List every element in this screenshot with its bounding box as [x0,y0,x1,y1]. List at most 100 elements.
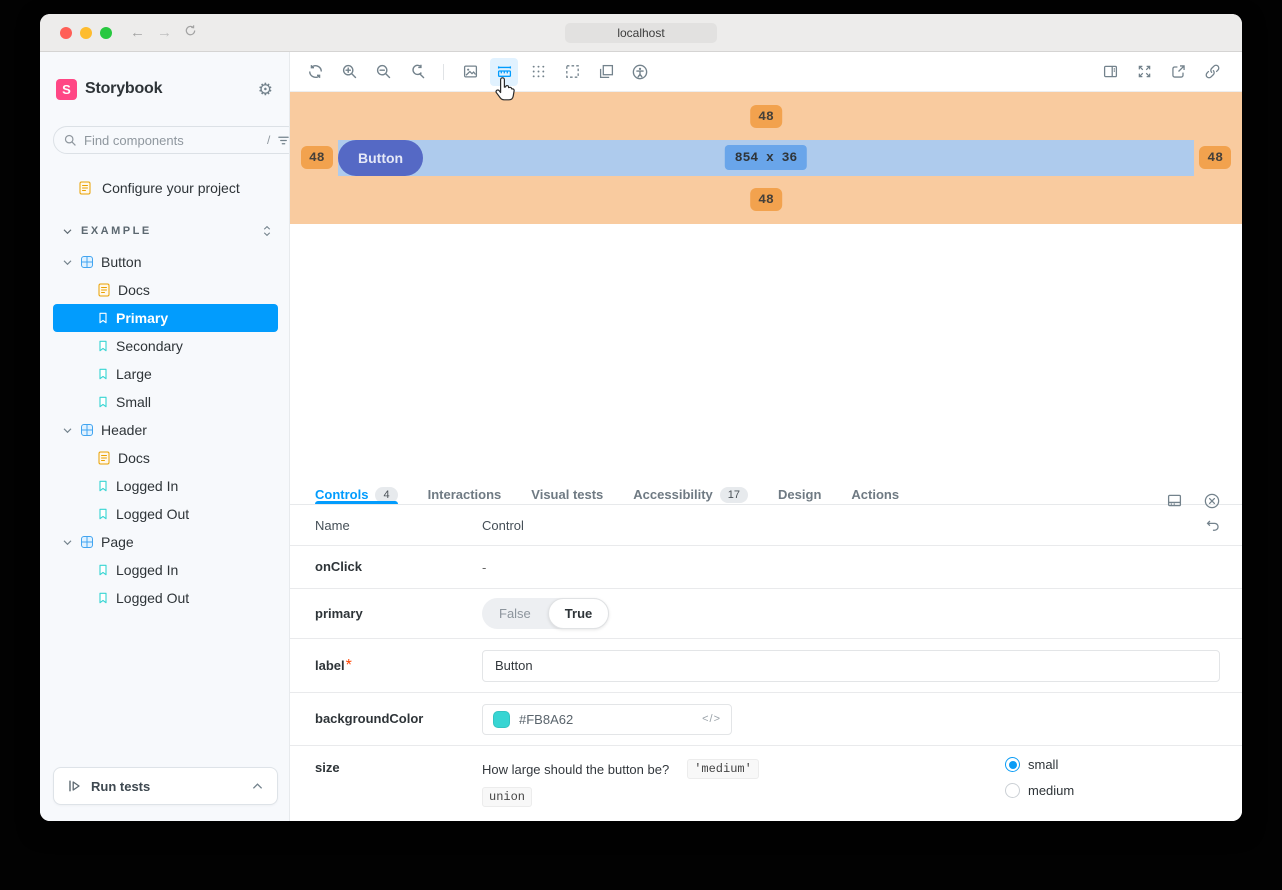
tab-actions[interactable]: Actions [851,485,899,504]
sidebar-item-button-secondary[interactable]: Secondary [40,332,289,360]
raw-value-toggle-icon[interactable]: </> [702,713,721,725]
outline-icon[interactable] [558,58,586,86]
control-row-background-color: backgroundColor #FB8A62 </> [290,693,1242,746]
filter-icon[interactable] [277,134,290,147]
remount-icon[interactable] [301,58,329,86]
sidebar-item-button-primary[interactable]: Primary [53,304,278,332]
story-button[interactable]: Button [338,140,423,176]
close-panel-icon[interactable] [1204,493,1220,509]
measure-icon[interactable] [490,58,518,86]
bookmark-icon [97,367,109,381]
zoom-out-icon[interactable] [369,58,397,86]
sidebar-item-header-logged-in[interactable]: Logged In [40,472,289,500]
size-option-medium[interactable]: medium [1005,783,1074,798]
viewport-icon[interactable] [592,58,620,86]
run-tests-button[interactable]: Run tests [53,767,278,805]
sidebar-item-header-docs[interactable]: Docs [40,444,289,472]
play-icon [68,779,82,793]
chevron-down-icon [63,539,73,546]
bookmark-icon [97,507,109,521]
sidebar-item-button[interactable]: Button [40,248,289,276]
sidebar-item-page-logged-in[interactable]: Logged In [40,556,289,584]
back-icon[interactable]: ← [130,24,145,41]
measure-margin-right-badge: 48 [1199,146,1231,169]
radio-label: medium [1028,783,1074,798]
chevron-up-icon[interactable] [252,782,263,790]
reload-icon[interactable] [184,24,197,41]
tab-badge: 17 [720,487,748,503]
color-swatch[interactable] [493,711,510,728]
desktop-background: ← → localhost S Storybook ⚙ / [0,0,1282,890]
sidebar-item-page[interactable]: Page [40,528,289,556]
control-row-onclick: onClick - [290,546,1242,589]
chevron-down-icon [63,427,73,434]
tab-label: Accessibility [633,487,713,502]
gear-icon[interactable]: ⚙ [258,81,273,98]
open-in-new-tab-icon[interactable] [1164,58,1192,86]
sidebar-item-label: Primary [116,310,168,326]
bookmark-icon [97,339,109,353]
browser-titlebar: ← → localhost [40,14,1242,52]
background-color-input[interactable]: #FB8A62 </> [482,704,732,735]
primary-toggle[interactable]: False True [482,598,609,629]
grid-icon[interactable] [524,58,552,86]
tab-controls[interactable]: Controls 4 [315,485,398,504]
sidebar-item-page-logged-out[interactable]: Logged Out [40,584,289,612]
bookmark-icon [97,591,109,605]
tab-accessibility[interactable]: Accessibility 17 [633,485,748,504]
forward-icon[interactable]: → [157,24,172,41]
fullscreen-icon[interactable] [1130,58,1158,86]
toggle-false-option[interactable]: False [482,606,548,621]
zoom-window-button[interactable] [100,27,112,39]
copy-link-icon[interactable] [1198,58,1226,86]
size-option-small[interactable]: small [1005,757,1074,772]
sidebar-item-header[interactable]: Header [40,416,289,444]
control-row-size: size How large should the button be? 'me… [290,746,1242,821]
sidebar-item-label: Logged Out [116,506,189,522]
reset-controls-icon[interactable] [1205,518,1220,533]
backgrounds-icon[interactable] [456,58,484,86]
control-row-primary: primary False True [290,589,1242,639]
measure-margin-bottom-badge: 48 [750,188,782,211]
zoom-reset-icon[interactable] [403,58,431,86]
radio-selected-icon[interactable] [1005,757,1020,772]
document-icon [78,181,92,195]
size-radio-group: small medium [1005,757,1074,798]
url-bar[interactable]: localhost [565,23,717,43]
section-label: EXAMPLE [81,225,253,237]
close-window-button[interactable] [60,27,72,39]
control-row-label: label* [290,639,1242,693]
radio-unselected-icon[interactable] [1005,783,1020,798]
sidebar-item-button-docs[interactable]: Docs [40,276,289,304]
minimize-window-button[interactable] [80,27,92,39]
sidebar-item-configure[interactable]: Configure your project [40,174,289,202]
search-input-box[interactable]: / [53,126,290,154]
panel-tabbar: Controls 4 Interactions Visual tests Acc… [290,485,1242,505]
sidebar-item-button-small[interactable]: Small [40,388,289,416]
collapse-expand-icon[interactable] [261,224,273,238]
default-value-badge: 'medium' [687,759,759,779]
story-tree: Button Docs Primary Secondary Large [40,248,289,612]
arg-name: label [315,658,345,673]
tab-visual-tests[interactable]: Visual tests [531,485,603,504]
tab-design[interactable]: Design [778,485,821,504]
label-text-input[interactable] [482,650,1220,682]
zoom-in-icon[interactable] [335,58,363,86]
arg-description: How large should the button be? [482,762,669,777]
toggle-addons-panel-icon[interactable] [1096,58,1124,86]
search-input[interactable] [84,133,260,148]
sidebar-item-header-logged-out[interactable]: Logged Out [40,500,289,528]
sidebar-item-label: Large [116,366,152,382]
component-icon [80,255,94,269]
tab-interactions[interactable]: Interactions [428,485,502,504]
panel-position-icon[interactable] [1167,493,1182,508]
sidebar-section-example[interactable]: EXAMPLE [40,218,289,244]
measure-padding-area: Button 48 48 48 48 854 x 36 [290,92,1242,224]
sidebar-item-button-large[interactable]: Large [40,360,289,388]
accessibility-icon[interactable] [626,58,654,86]
color-value[interactable]: #FB8A62 [519,712,693,727]
toggle-true-option[interactable]: True [548,598,609,629]
sidebar-item-label: Header [101,422,147,438]
sidebar-item-label: Button [101,254,141,270]
sidebar-item-label: Small [116,394,151,410]
